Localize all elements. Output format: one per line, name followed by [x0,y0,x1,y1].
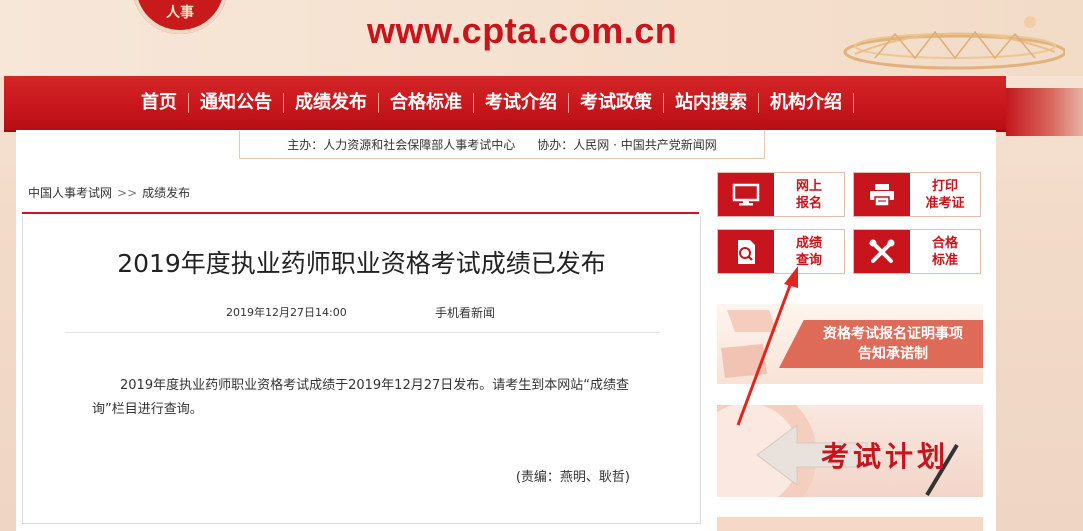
logo-seal[interactable]: 人事 [132,0,228,34]
article-editor: (责编：燕明、耿哲) [515,470,630,485]
birds-nest-decoration [843,16,1065,70]
score-query-button[interactable]: 成绩 查询 [717,229,845,274]
breadcrumb-home[interactable]: 中国人事考试网 [28,186,112,200]
pass-standard-button[interactable]: 合格 标准 [853,229,981,274]
tools-icon [854,230,910,273]
nav-pass-standard[interactable]: 合格标准 [379,93,474,113]
nav-site-search[interactable]: 站内搜索 [664,93,759,113]
sponsor-co-host[interactable]: 协办：人民网 · 中国共产党新闻网 [537,136,716,153]
mobile-news-link[interactable]: 手机看新闻 [435,304,495,321]
score-query-label: 成绩 查询 [795,235,822,268]
sponsor-host: 主办：人力资源和社会保障部人事考试中心 [287,138,516,152]
sponsor-tab: 主办：人力资源和社会保障部人事考试中心 协办：人民网 · 中国共产党新闻网 [239,131,765,159]
site-url[interactable]: www.cpta.com.cn [367,10,677,52]
breadcrumb: 中国人事考试网 >> 成绩发布 [28,184,190,201]
nav-notices[interactable]: 通知公告 [189,93,284,113]
commitment-banner[interactable]: 资格考试报名证明事项 告知承诺制 [717,304,983,384]
pass-standard-label: 合格 标准 [931,235,958,268]
monitor-icon [718,173,774,216]
exam-plan-banner-text: 考试计划 [821,440,950,473]
promo-banner-partial[interactable] [717,517,983,531]
print-ticket-label: 打印 准考证 [925,178,965,211]
commitment-banner-text: 资格考试报名证明事项 告知承诺制 [823,326,963,362]
nav-org-intro[interactable]: 机构介绍 [759,93,854,113]
main-nav: 首页 通知公告 成绩发布 合格标准 考试介绍 考试政策 站内搜索 机构介绍 [4,76,1006,130]
site-header: 人事 www.cpta.com.cn [0,0,1083,76]
online-signup-button[interactable]: 网上 报名 [717,172,845,217]
search-document-icon [718,230,774,273]
nav-score-release[interactable]: 成绩发布 [284,93,379,113]
article-body: 2019年度执业药师职业资格考试成绩于2019年12月27日发布。请考生到本网站… [92,378,629,417]
article-title: 2019年度执业药师职业资格考试成绩已发布 [117,249,606,278]
nav-exam-intro[interactable]: 考试介绍 [474,93,569,113]
online-signup-label: 网上 报名 [795,178,822,211]
nav-home[interactable]: 首页 [130,93,189,113]
printer-icon [854,173,910,216]
paper-decoration [721,310,777,378]
breadcrumb-current[interactable]: 成绩发布 [142,186,190,200]
breadcrumb-separator: >> [117,186,138,200]
nav-exam-policy[interactable]: 考试政策 [569,93,664,113]
article-date: 2019年12月27日14:00 [226,306,347,319]
nav-decoration [1006,88,1083,136]
exam-plan-banner[interactable]: 考试计划 [717,405,983,497]
meta-divider [65,332,660,333]
logo-seal-text: 人事 [166,5,194,21]
article: 2019年度执业药师职业资格考试成绩已发布 2019年12月27日14:00 手… [22,216,701,524]
print-ticket-button[interactable]: 打印 准考证 [853,172,981,217]
breadcrumb-divider [22,212,699,214]
